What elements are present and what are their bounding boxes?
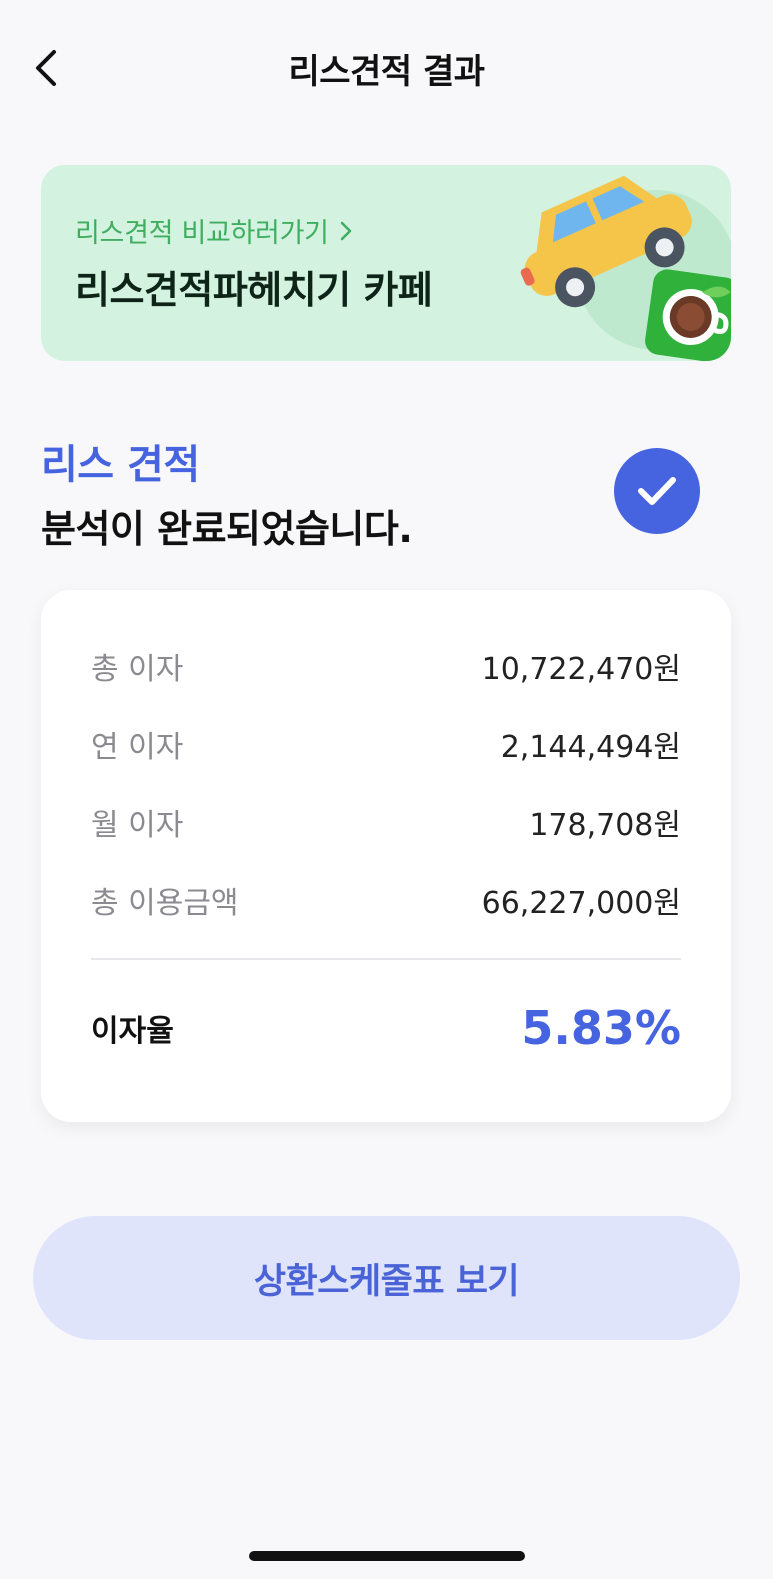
banner-link[interactable]: 리스견적 비교하러가기 [75, 211, 353, 250]
check-circle-icon [614, 448, 700, 534]
summary-row-label: 총 이용금액 [91, 886, 239, 921]
summary-row-value: 66,227,000원 [481, 886, 681, 921]
summary-card: 총 이자 10,722,470원 연 이자 2,144,494원 월 이자 17… [41, 590, 731, 1122]
result-heading-subtitle: 분석이 완료되었습니다. [41, 507, 413, 551]
summary-row-total-interest: 총 이자 10,722,470원 [91, 646, 681, 687]
view-repayment-schedule-button[interactable]: 상환스케줄표 보기 [33, 1216, 740, 1340]
summary-row-label: 연 이자 [91, 730, 184, 765]
banner-title: 리스견적파헤치기 카페 [75, 268, 433, 312]
cafe-banner[interactable]: 리스견적 비교하러가기 리스견적파헤치기 카페 [41, 165, 731, 361]
summary-row-value: 2,144,494원 [500, 730, 681, 765]
interest-rate-label: 이자율 [91, 1014, 174, 1049]
checkmark-icon [638, 477, 676, 505]
interest-rate-value: 5.83% [521, 1001, 681, 1055]
summary-row-label: 월 이자 [91, 808, 184, 843]
result-heading-title: 리스 견적 [41, 442, 200, 488]
car-cafe-illustration [520, 175, 731, 361]
summary-row-monthly-interest: 월 이자 178,708원 [91, 802, 681, 843]
page-title: 리스견적 결과 [288, 52, 485, 92]
home-indicator [249, 1551, 525, 1561]
interest-rate-row: 이자율 5.83% [91, 998, 681, 1058]
divider [91, 958, 681, 960]
banner-link-label: 리스견적 비교하러가기 [75, 218, 329, 249]
summary-row-annual-interest: 연 이자 2,144,494원 [91, 724, 681, 765]
summary-row-value: 10,722,470원 [481, 652, 681, 687]
summary-row-total-amount: 총 이용금액 66,227,000원 [91, 880, 681, 921]
header: 리스견적 결과 [0, 0, 773, 134]
chevron-right-icon [340, 221, 351, 240]
summary-row-value: 178,708원 [529, 808, 681, 843]
summary-row-label: 총 이자 [91, 652, 184, 687]
